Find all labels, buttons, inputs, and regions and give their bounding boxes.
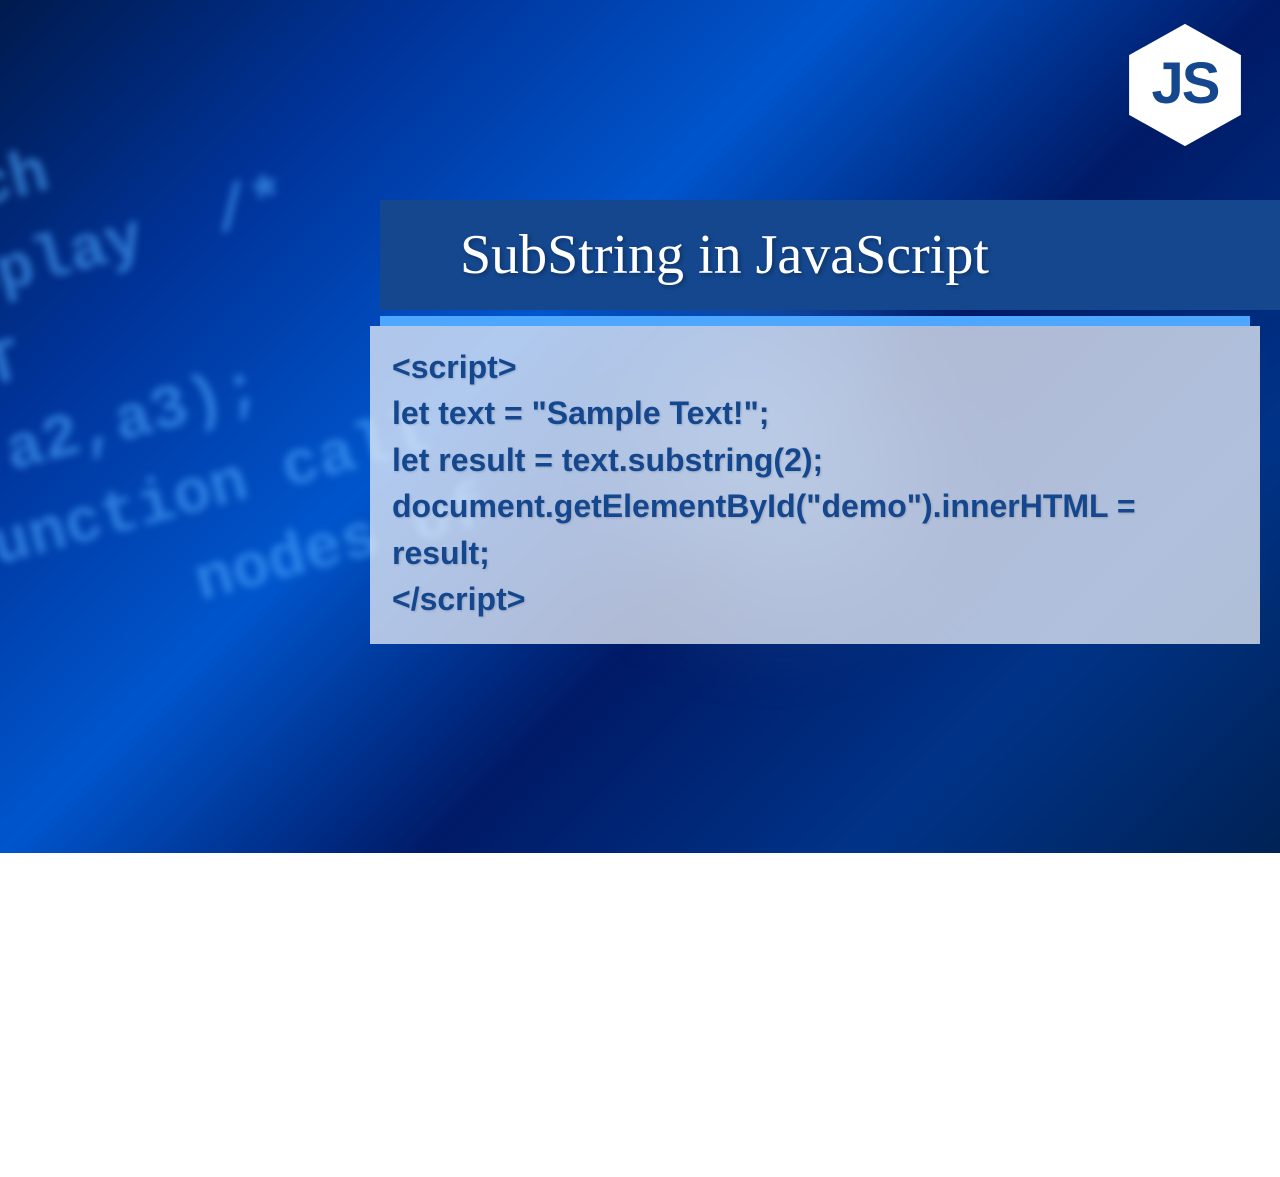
accent-bar — [380, 316, 1250, 326]
page-title: SubString in JavaScript — [460, 223, 989, 287]
logo-text: JS — [1152, 50, 1219, 117]
title-banner: SubString in JavaScript — [380, 200, 1280, 310]
code-line-1: <script> — [392, 344, 1238, 390]
hexagon-icon: JS — [1120, 20, 1250, 150]
code-line-2: let text = "Sample Text!"; — [392, 390, 1238, 436]
code-line-5: </script> — [392, 576, 1238, 622]
code-line-3: let result = text.substring(2); — [392, 437, 1238, 483]
code-line-4: document.getElementById("demo").innerHTM… — [392, 483, 1238, 576]
code-panel: <script> let text = "Sample Text!"; let … — [370, 326, 1260, 644]
js-logo: JS — [1120, 20, 1250, 150]
